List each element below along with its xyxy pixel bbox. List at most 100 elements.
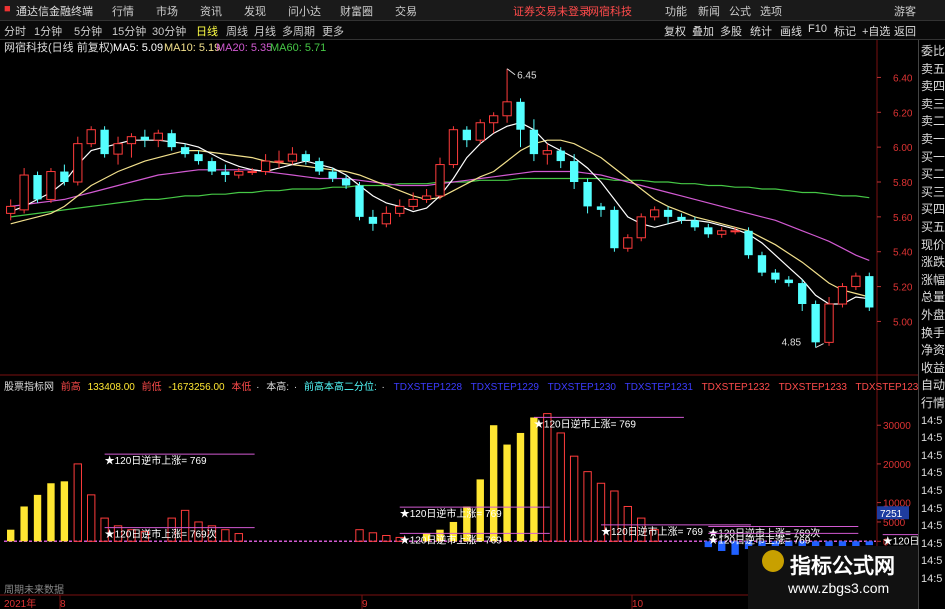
- candle-body: [274, 160, 284, 163]
- sub-y-axis: 050001000020000300007251: [877, 421, 911, 548]
- red-bar: [543, 413, 552, 542]
- red-bar: [355, 529, 364, 542]
- candle: [167, 129, 176, 151]
- side-panel-item: 14:5: [921, 555, 943, 568]
- candle: [596, 202, 606, 217]
- menu-quotes[interactable]: 行情: [112, 3, 134, 19]
- candle: [649, 206, 660, 221]
- annotation-label: 6.45: [517, 71, 537, 82]
- chart-area[interactable]: 网宿科技(日线 前复权) MA5: 5.09 MA10: 5.19 MA20: …: [0, 40, 918, 609]
- yellow-bar: [47, 483, 55, 542]
- candle: [194, 150, 203, 165]
- site-watermark: 指标公式网 www.zbgs3.com: [748, 546, 918, 609]
- menu-wealth[interactable]: 财富圈: [340, 3, 373, 19]
- candle-body: [663, 209, 673, 217]
- candle: [757, 251, 767, 277]
- watermark-logo-icon: [762, 550, 784, 572]
- sub-legend: 股票指标网 前高 133408.00 前低 -1673256.00 本低 · 本…: [4, 380, 918, 393]
- indicator-label: ★120日逆市上涨= 769: [708, 533, 810, 546]
- draw-line-button[interactable]: 画线: [780, 23, 802, 39]
- annotation-label: 4.85: [782, 338, 802, 349]
- candle: [19, 168, 29, 214]
- candle-body: [194, 154, 203, 162]
- side-panel-item: 委比: [921, 44, 945, 58]
- candle: [771, 269, 780, 284]
- candle-body: [489, 115, 499, 124]
- mark-button[interactable]: 标记: [834, 23, 856, 39]
- red-bar: [221, 529, 230, 542]
- candle-body: [824, 303, 834, 343]
- yellow-bar: [503, 444, 511, 542]
- menu-options[interactable]: 选项: [760, 3, 782, 19]
- quote-side-panel: 委比 卖五 卖四 卖三 卖二 卖一 买一 买二 买三 买四 买五 现价 涨跌 涨幅 总量 外盘 换手 净资 收益 自动…: [918, 40, 945, 609]
- candle-body: [757, 255, 767, 273]
- menu-news[interactable]: 资讯: [200, 3, 222, 19]
- candle: [221, 164, 230, 182]
- annotation-line: [506, 68, 516, 76]
- candle: [744, 227, 753, 259]
- candle: [315, 157, 324, 176]
- stats-button[interactable]: 统计: [750, 23, 772, 39]
- period-multi[interactable]: 多周期: [282, 23, 315, 39]
- menu-trade[interactable]: 交易: [395, 3, 417, 19]
- menu-discover[interactable]: 发现: [244, 3, 266, 19]
- side-panel-item: 卖三: [921, 96, 945, 111]
- candle-body: [502, 101, 512, 117]
- candle: [180, 143, 190, 158]
- candle: [368, 209, 378, 231]
- candle: [435, 157, 445, 200]
- period-15min[interactable]: 15分钟: [112, 23, 146, 39]
- user-label[interactable]: 游客: [894, 3, 916, 19]
- candle: [73, 136, 83, 186]
- annotation-line: [815, 343, 824, 349]
- period-5min[interactable]: 5分钟: [74, 23, 102, 39]
- side-panel-item: 14:5: [921, 520, 943, 533]
- f10-button[interactable]: F10: [808, 23, 827, 35]
- period-weekly[interactable]: 周线: [226, 23, 248, 39]
- candle-body: [784, 279, 793, 284]
- candle-body: [167, 133, 176, 148]
- period-note: 周期未来数据: [4, 583, 64, 596]
- period-monthly[interactable]: 月线: [254, 23, 276, 39]
- menu-newsfeed[interactable]: 新闻: [698, 3, 720, 19]
- login-notice[interactable]: 证券交易未登录: [513, 3, 590, 19]
- y-tick-label: 5.20: [893, 283, 913, 294]
- candle-body: [583, 182, 592, 207]
- candle: [448, 126, 459, 169]
- candle-body: [516, 101, 525, 130]
- yellow-bar: [33, 494, 42, 542]
- app-title: 通达信金融终端: [16, 6, 93, 18]
- period-30min[interactable]: 30分钟: [152, 23, 186, 39]
- side-panel-item: 14:5: [921, 537, 943, 550]
- candle-body: [717, 230, 727, 235]
- candle-body: [596, 206, 606, 210]
- period-1min[interactable]: 1分钟: [34, 23, 62, 39]
- menu-formula[interactable]: 公式: [729, 3, 751, 19]
- y-tick-label: 6.00: [893, 143, 913, 154]
- menu-assistant[interactable]: 问小达: [288, 3, 321, 19]
- menu-market[interactable]: 市场: [156, 3, 178, 19]
- red-bar: [368, 532, 378, 542]
- candle-body: [315, 161, 324, 172]
- candle-body: [408, 198, 418, 207]
- candle-body: [649, 209, 660, 218]
- multi-stock-button[interactable]: 多股: [720, 23, 742, 39]
- side-panel-item: 涨幅: [921, 272, 945, 287]
- overlay-button[interactable]: 叠加: [692, 23, 714, 39]
- period-more[interactable]: 更多: [322, 23, 344, 39]
- candle-body: [153, 132, 163, 141]
- candle-body: [6, 205, 16, 214]
- adjust-button[interactable]: 复权: [664, 23, 686, 39]
- moving-averages: [10, 122, 870, 305]
- candle: [489, 112, 499, 134]
- add-watchlist-button[interactable]: +自选: [862, 23, 890, 39]
- side-panel-item: 卖五: [921, 61, 945, 76]
- back-button[interactable]: 返回: [894, 23, 916, 39]
- date-month-9: 9: [362, 599, 368, 609]
- menu-function[interactable]: 功能: [665, 3, 687, 19]
- yellow-bar: [489, 425, 498, 542]
- period-minute[interactable]: 分时: [4, 23, 26, 39]
- period-daily[interactable]: 日线: [196, 23, 218, 39]
- candle: [717, 227, 727, 238]
- red-bar: [382, 535, 391, 542]
